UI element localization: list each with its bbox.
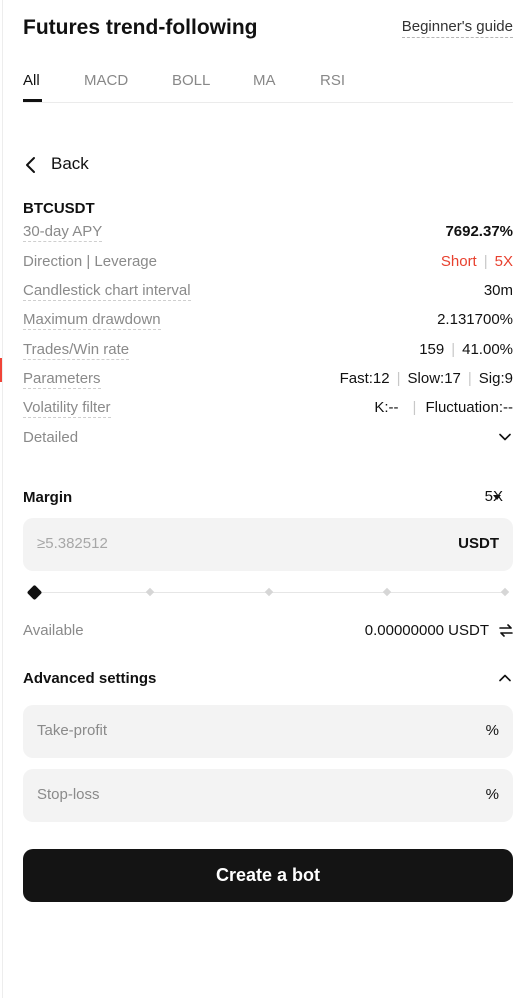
active-tab-indicator: [23, 99, 42, 102]
interval-value: 30m: [483, 282, 513, 299]
strategy-tabs: All MACD BOLL MA RSI: [23, 64, 513, 103]
separator: |: [451, 341, 456, 358]
chevron-left-icon: [26, 157, 35, 173]
page-title: Futures trend-following: [23, 16, 258, 39]
advanced-settings-label[interactable]: Advanced settings: [23, 670, 156, 687]
drawdown-row: Maximum drawdown 2.131700%: [23, 311, 513, 333]
volatility-label[interactable]: Volatility filter: [23, 399, 111, 418]
slider-tick[interactable]: [500, 587, 510, 597]
volatility-value: K:-- | Fluctuation:--: [374, 399, 513, 416]
tab-rsi[interactable]: RSI: [320, 72, 345, 89]
trades-count: 159: [419, 341, 445, 358]
margin-input[interactable]: ≥5.382512 USDT: [23, 518, 513, 571]
margin-label: Margin: [23, 489, 73, 506]
take-profit-unit: %: [485, 722, 499, 739]
left-edge-indicator: [0, 358, 2, 382]
param-fast: Fast:12: [339, 370, 390, 387]
stop-loss-placeholder: Stop-loss: [37, 786, 100, 803]
parameters-label[interactable]: Parameters: [23, 370, 101, 389]
volatility-k: K:--: [374, 399, 399, 416]
create-bot-button[interactable]: Create a bot: [23, 849, 513, 902]
take-profit-placeholder: Take-profit: [37, 722, 108, 739]
tab-boll[interactable]: BOLL: [172, 72, 210, 89]
parameters-row: Parameters Fast:12 | Slow:17 | Sig:9: [23, 370, 513, 392]
direction-value: Short | 5X: [441, 253, 513, 270]
trades-row: Trades/Win rate 159 | 41.00%: [23, 341, 513, 363]
chevron-up-icon[interactable]: [499, 674, 511, 682]
tab-ma[interactable]: MA: [253, 72, 276, 89]
slider-handle[interactable]: [26, 584, 43, 601]
detailed-toggle[interactable]: Detailed: [23, 429, 513, 451]
available-label: Available: [23, 622, 84, 639]
slider-tick[interactable]: [264, 587, 274, 597]
tab-macd[interactable]: MACD: [84, 72, 128, 89]
stop-loss-input[interactable]: Stop-loss %: [23, 769, 513, 822]
margin-placeholder: ≥5.382512: [37, 535, 108, 552]
tab-all[interactable]: All: [23, 72, 40, 89]
chevron-down-icon: [499, 433, 511, 441]
parameters-value: Fast:12 | Slow:17 | Sig:9: [340, 370, 513, 387]
trades-value: 159 | 41.00%: [419, 341, 513, 358]
back-label: Back: [51, 154, 89, 173]
trades-label[interactable]: Trades/Win rate: [23, 341, 130, 360]
slider-tick[interactable]: [145, 587, 155, 597]
caret-down-icon[interactable]: [493, 495, 501, 500]
beginners-guide-link[interactable]: Beginner's guide: [401, 18, 513, 38]
separator: |: [412, 399, 417, 416]
direction-leverage: 5X: [494, 253, 513, 270]
apy-label[interactable]: 30-day APY: [23, 223, 103, 242]
drawdown-label[interactable]: Maximum drawdown: [23, 311, 161, 330]
page-header: Futures trend-following Beginner's guide: [23, 14, 513, 44]
separator: |: [483, 253, 488, 270]
left-edge-divider: [2, 0, 3, 998]
separator: |: [467, 370, 472, 387]
slider-tick[interactable]: [382, 587, 392, 597]
param-sig: Sig:9: [478, 370, 513, 387]
detailed-label: Detailed: [23, 429, 79, 446]
volatility-row: Volatility filter K:-- | Fluctuation:--: [23, 399, 513, 421]
direction-label: Direction | Leverage: [23, 253, 157, 270]
separator: |: [396, 370, 401, 387]
apy-row: 30-day APY 7692.37%: [23, 223, 513, 245]
param-slow: Slow:17: [407, 370, 461, 387]
swap-icon[interactable]: [499, 624, 513, 637]
interval-row: Candlestick chart interval 30m: [23, 282, 513, 304]
margin-unit: USDT: [458, 535, 499, 552]
interval-label[interactable]: Candlestick chart interval: [23, 282, 191, 301]
take-profit-input[interactable]: Take-profit %: [23, 705, 513, 758]
direction-side: Short: [440, 253, 477, 270]
apy-value: 7692.37%: [445, 223, 513, 240]
volatility-fluctuation: Fluctuation:--: [425, 399, 513, 416]
win-rate: 41.00%: [462, 341, 513, 358]
available-value: 0.00000000 USDT: [364, 622, 489, 639]
symbol-name: BTCUSDT: [23, 200, 95, 217]
stop-loss-unit: %: [485, 786, 499, 803]
drawdown-value: 2.131700%: [437, 311, 513, 328]
direction-row: Direction | Leverage Short | 5X: [23, 253, 513, 275]
